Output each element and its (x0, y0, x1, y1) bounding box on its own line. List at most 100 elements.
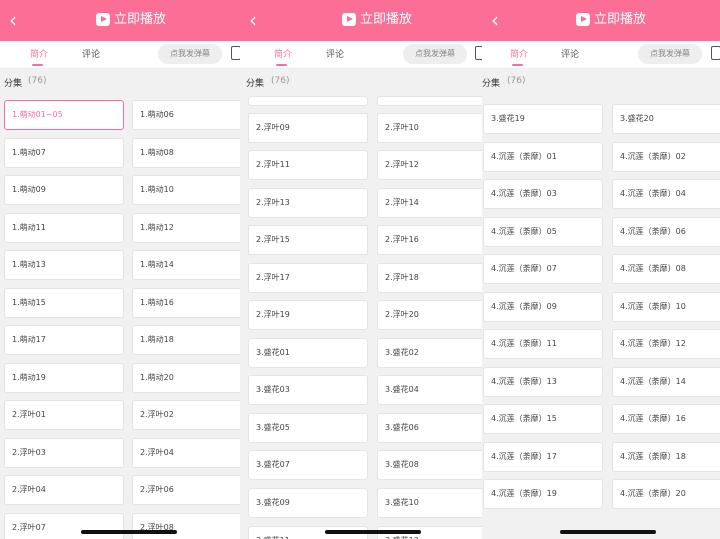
episode-button[interactable]: 4.沉莲（荼靡）20 (612, 479, 720, 509)
tab-comments[interactable]: 评论 (82, 47, 100, 60)
episode-button[interactable]: 2.浮叶13 (248, 188, 368, 218)
episode-button[interactable]: 4.沉莲（荼靡）06 (612, 217, 720, 247)
tab-intro[interactable]: 简介 (30, 47, 48, 60)
notes-icon[interactable] (475, 46, 482, 60)
episode-button[interactable]: 1.萌动09 (4, 175, 124, 205)
episode-button[interactable]: 4.沉莲（荼靡）09 (483, 292, 603, 322)
episode-button[interactable]: 1.萌动17 (4, 325, 124, 355)
episode-button[interactable]: 1.萌动07 (4, 138, 124, 168)
danmaku-input[interactable]: 点我发弹幕 (158, 44, 222, 64)
episode-button[interactable]: 1.萌动11 (4, 213, 124, 243)
episode-button[interactable]: 4.沉莲（荼靡）01 (483, 142, 603, 172)
episode-button[interactable]: 4.沉莲（荼靡）02 (612, 142, 720, 172)
play-icon[interactable] (342, 13, 356, 26)
tab-comments[interactable]: 评论 (561, 47, 579, 60)
episode-button[interactable]: 4.沉莲（荼靡）15 (483, 404, 603, 434)
active-tab-indicator (32, 64, 43, 66)
episode-button[interactable]: 3.盛花07 (248, 450, 368, 480)
episode-button[interactable]: 4.沉莲（荼靡）13 (483, 367, 603, 397)
episode-button[interactable]: 1.萌动13 (4, 250, 124, 280)
back-arrow-icon[interactable]: ‹ (4, 9, 22, 31)
danmaku-input[interactable]: 点我发弹幕 (403, 44, 467, 64)
episode-button[interactable]: 3.盛花05 (248, 413, 368, 443)
episode-button[interactable]: 3.盛花09 (248, 488, 368, 518)
play-now-button[interactable]: 立即播放 (594, 11, 646, 29)
episode-button[interactable]: 4.沉莲（荼靡）04 (612, 179, 720, 209)
tab-intro[interactable]: 简介 (510, 47, 528, 60)
episode-button[interactable]: 3.盛花19 (483, 104, 603, 134)
episode-button[interactable]: 2.浮叶02 (132, 400, 240, 430)
episode-button[interactable]: 2.浮叶08 (132, 513, 240, 539)
episode-button[interactable]: 3.盛花02 (377, 338, 482, 368)
episode-button[interactable]: 2.浮叶18 (377, 263, 482, 293)
episode-button[interactable]: 4.沉莲（荼靡）05 (483, 217, 603, 247)
episode-button[interactable]: 1.萌动18 (132, 325, 240, 355)
episode-button[interactable]: 4.沉莲（荼靡）18 (612, 442, 720, 472)
episode-button-partial[interactable] (248, 96, 368, 106)
episode-button[interactable]: 1.萌动14 (132, 250, 240, 280)
episode-button[interactable]: 2.浮叶19 (248, 300, 368, 330)
screen-panel-1: ‹ 立即播放 简介 评论 点我发弹幕 分集 (76) 1.萌动01~05 1.萌… (0, 0, 240, 539)
play-now-button[interactable]: 立即播放 (360, 11, 412, 29)
episode-button[interactable]: 3.盛花10 (377, 488, 482, 518)
danmaku-input[interactable]: 点我发弹幕 (638, 44, 702, 64)
episode-button[interactable]: 1.萌动01~05 (4, 100, 124, 130)
episode-count: (76) (507, 76, 526, 86)
episode-button[interactable]: 1.萌动20 (132, 363, 240, 393)
episode-button[interactable]: 2.浮叶04 (4, 475, 124, 505)
episode-button[interactable]: 3.盛花01 (248, 338, 368, 368)
notes-icon[interactable] (711, 46, 720, 60)
episode-button[interactable]: 2.浮叶16 (377, 225, 482, 255)
episode-button[interactable]: 4.沉莲（荼靡）10 (612, 292, 720, 322)
episode-button[interactable]: 1.萌动10 (132, 175, 240, 205)
episode-button[interactable]: 2.浮叶15 (248, 225, 368, 255)
episode-button[interactable]: 3.盛花06 (377, 413, 482, 443)
episode-button[interactable]: 3.盛花04 (377, 375, 482, 405)
episode-button[interactable]: 2.浮叶06 (132, 475, 240, 505)
episode-button[interactable]: 4.沉莲（荼靡）19 (483, 479, 603, 509)
episode-button[interactable]: 3.盛花20 (612, 104, 720, 134)
episode-button[interactable]: 4.沉莲（荼靡）07 (483, 254, 603, 284)
episode-button[interactable]: 1.萌动08 (132, 138, 240, 168)
episode-button[interactable]: 2.浮叶01 (4, 400, 124, 430)
tab-bar: 简介 评论 点我发弹幕 (482, 41, 720, 69)
episode-button[interactable]: 1.萌动06 (132, 100, 240, 130)
screen-panel-2: ‹ 立即播放 简介 评论 点我发弹幕 分集 (76) 2.浮叶09 2.浮叶10… (240, 0, 482, 539)
episode-button[interactable]: 2.浮叶17 (248, 263, 368, 293)
episode-button[interactable]: 4.沉莲（荼靡）11 (483, 329, 603, 359)
episode-button[interactable]: 2.浮叶11 (248, 150, 368, 180)
episode-button[interactable]: 3.盛花08 (377, 450, 482, 480)
episode-button[interactable]: 1.萌动12 (132, 213, 240, 243)
play-icon[interactable] (576, 13, 590, 26)
top-bar: ‹ 立即播放 (240, 0, 482, 41)
episode-button[interactable]: 4.沉莲（荼靡）14 (612, 367, 720, 397)
episode-button[interactable]: 2.浮叶14 (377, 188, 482, 218)
episode-button[interactable]: 1.萌动19 (4, 363, 124, 393)
notes-icon[interactable] (231, 46, 240, 60)
episode-button[interactable]: 2.浮叶07 (4, 513, 124, 539)
episode-button[interactable]: 3.盛花03 (248, 375, 368, 405)
episode-button[interactable]: 1.萌动15 (4, 288, 124, 318)
episode-button[interactable]: 4.沉莲（荼靡）08 (612, 254, 720, 284)
episode-button[interactable]: 4.沉莲（荼靡）17 (483, 442, 603, 472)
episode-button[interactable]: 2.浮叶04 (132, 438, 240, 468)
home-indicator (81, 530, 177, 534)
back-arrow-icon[interactable]: ‹ (486, 9, 504, 31)
episode-button-partial[interactable] (377, 96, 482, 106)
play-icon[interactable] (96, 13, 110, 26)
episode-button[interactable]: 2.浮叶09 (248, 113, 368, 143)
episode-button[interactable]: 4.沉莲（荼靡）12 (612, 329, 720, 359)
section-label: 分集 (482, 79, 501, 89)
episode-button[interactable]: 1.萌动16 (132, 288, 240, 318)
episode-button[interactable]: 4.沉莲（荼靡）03 (483, 179, 603, 209)
tab-intro[interactable]: 简介 (274, 47, 292, 60)
episode-button[interactable]: 2.浮叶03 (4, 438, 124, 468)
episode-button[interactable]: 2.浮叶20 (377, 300, 482, 330)
episode-section-header: 分集 (76) (240, 69, 482, 95)
episode-button[interactable]: 2.浮叶10 (377, 113, 482, 143)
tab-comments[interactable]: 评论 (326, 47, 344, 60)
play-now-button[interactable]: 立即播放 (114, 11, 166, 29)
back-arrow-icon[interactable]: ‹ (244, 9, 262, 31)
episode-button[interactable]: 4.沉莲（荼靡）16 (612, 404, 720, 434)
episode-button[interactable]: 2.浮叶12 (377, 150, 482, 180)
